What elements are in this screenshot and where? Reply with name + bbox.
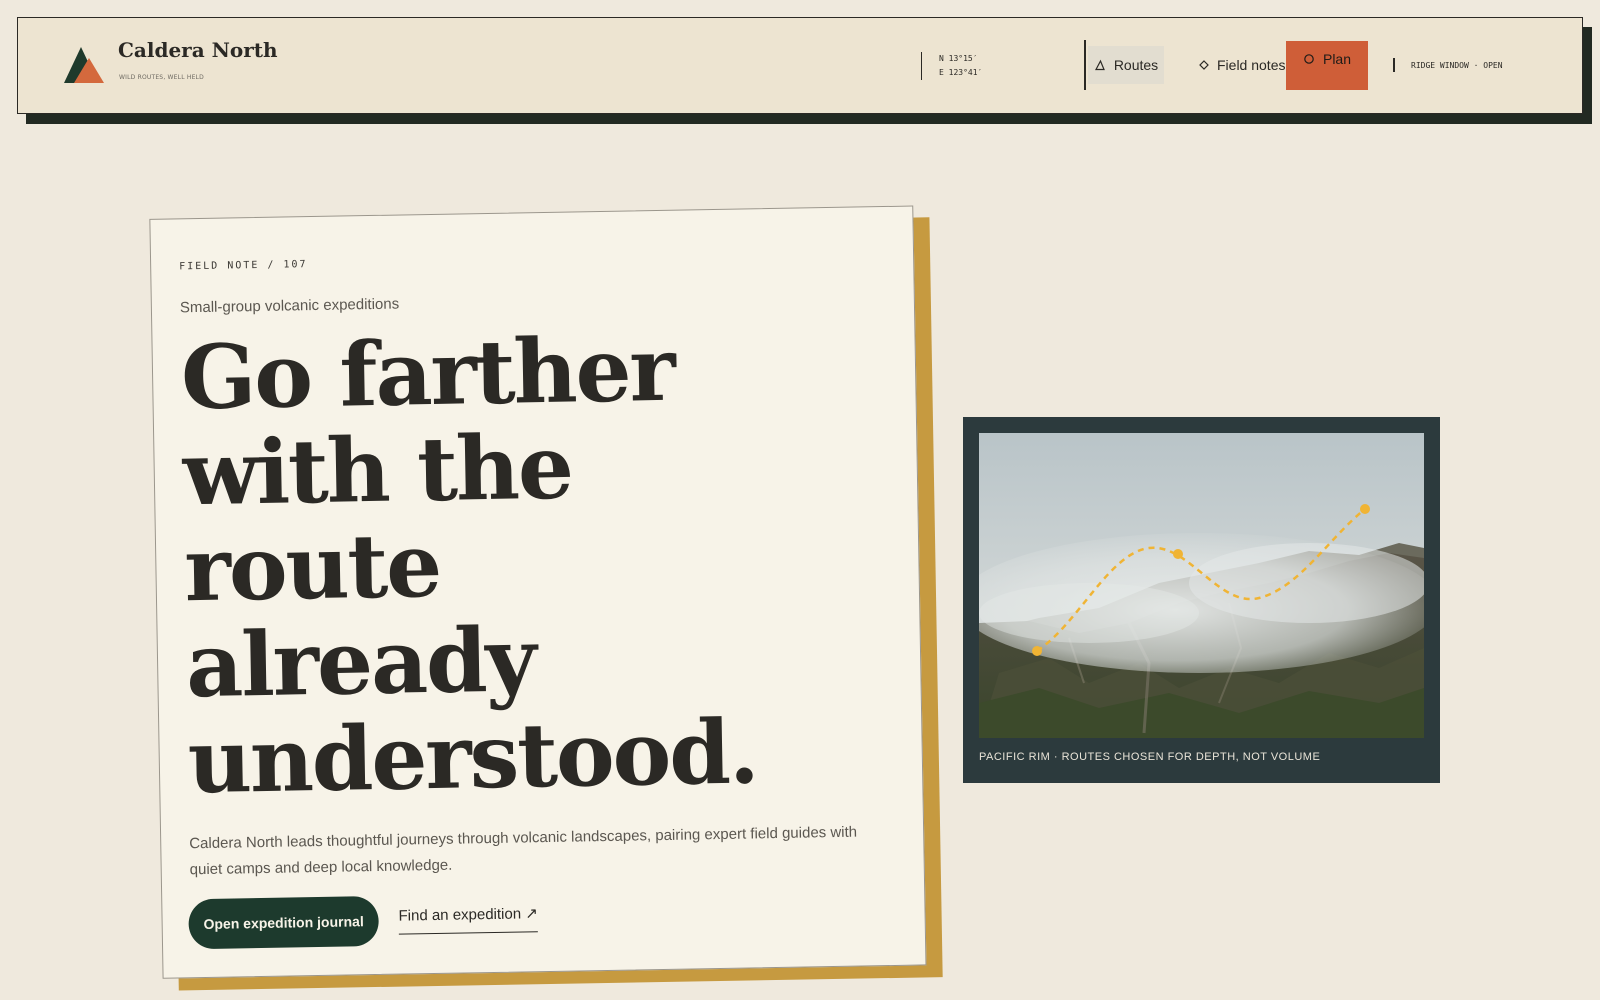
hero-description: Caldera North leads thoughtful journeys …: [189, 823, 858, 879]
photo-panel: PACIFIC RIM · ROUTES CHOSEN FOR DEPTH, N…: [963, 417, 1440, 783]
route-waypoint: [1032, 646, 1042, 656]
brand-tagline: WILD ROUTES, WELL HELD: [119, 74, 204, 81]
hero-headline: Go farther with the route already unders…: [180, 316, 928, 814]
diamond-icon: [1199, 60, 1209, 70]
status-divider: [1393, 58, 1395, 72]
latitude: N 13°15′: [939, 54, 978, 63]
hero-subtitle: Small-group volcanic expeditions: [179, 295, 400, 317]
headline-line: understood.: [186, 699, 759, 814]
nav-routes-label: Routes: [1113, 57, 1159, 73]
mountain-logo-icon[interactable]: [62, 43, 108, 85]
open-journal-button[interactable]: Open expedition journal: [188, 895, 380, 950]
headline-line: route: [183, 512, 442, 622]
headline-line: already: [185, 607, 536, 718]
nav-routes-button[interactable]: Routes: [1088, 46, 1164, 84]
circle-icon: [1304, 54, 1314, 64]
route-waypoint: [1173, 549, 1183, 559]
route-waypoint: [1360, 504, 1370, 514]
nav-field-notes-button[interactable]: Field notes: [1198, 46, 1285, 84]
field-note-kicker: FIELD NOTE / 107: [179, 259, 308, 273]
nav-plan-label: Plan: [1322, 51, 1352, 67]
headline-line: with the: [181, 414, 573, 526]
nav-divider: [1084, 40, 1086, 90]
photo-caption: PACIFIC RIM · ROUTES CHOSEN FOR DEPTH, N…: [979, 751, 1321, 763]
hero-card-body: FIELD NOTE / 107 Small-group volcanic ex…: [149, 205, 928, 979]
mountain-photo: [979, 433, 1424, 738]
longitude: E 123°41′: [939, 68, 983, 77]
coordinates-readout: N 13°15′ E 123°41′: [921, 52, 982, 80]
ridge-window-status: RIDGE WINDOW · OPEN: [1411, 61, 1503, 70]
nav-field-notes-label: Field notes: [1217, 57, 1286, 73]
triangle-icon: [1094, 59, 1105, 71]
headline-line: Go farther: [180, 316, 675, 430]
brand-name[interactable]: Caldera North: [118, 38, 278, 62]
site-header: Caldera North WILD ROUTES, WELL HELD N 1…: [17, 17, 1583, 114]
hero-card: FIELD NOTE / 107 Small-group volcanic ex…: [149, 205, 943, 991]
nav-plan-button[interactable]: Plan: [1286, 41, 1368, 90]
find-expedition-link[interactable]: Find an expedition ↗: [398, 904, 539, 935]
